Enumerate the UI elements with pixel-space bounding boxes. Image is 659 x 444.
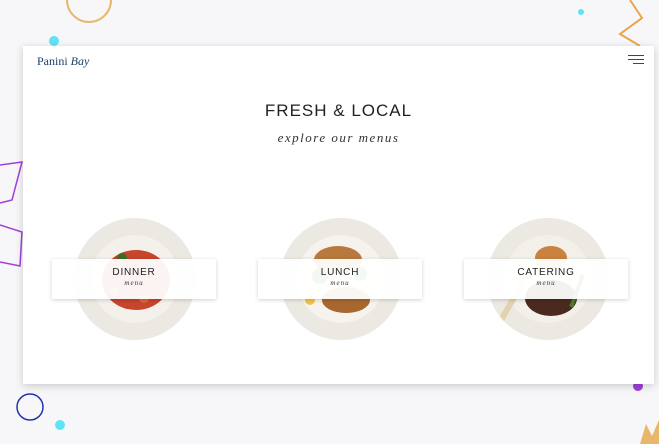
- dinner-label: DINNER: [112, 267, 156, 278]
- dinner-menu-link[interactable]: DINNER menu: [52, 259, 216, 299]
- logo-text: Panini: [37, 54, 68, 68]
- hamburger-menu-icon[interactable]: [628, 54, 644, 66]
- catering-label: CATERING: [517, 267, 575, 278]
- dinner-sub-label: menu: [124, 279, 144, 287]
- hero-subtitle: explore our menus: [277, 130, 400, 145]
- lunch-sub-label: menu: [330, 279, 350, 287]
- hero-title: FRESH & LOCAL: [264, 101, 413, 120]
- lunch-menu-link[interactable]: LUNCH menu: [258, 259, 422, 299]
- site-preview-card: Panini Bay FRESH & LOCAL explore our men…: [23, 46, 654, 384]
- lunch-label: LUNCH: [320, 267, 360, 278]
- catering-sub-label: menu: [536, 279, 556, 287]
- logo-text-script: Bay: [70, 54, 90, 68]
- catering-menu-link[interactable]: CATERING menu: [464, 259, 628, 299]
- panini-bay-logo[interactable]: Panini Bay: [37, 50, 101, 72]
